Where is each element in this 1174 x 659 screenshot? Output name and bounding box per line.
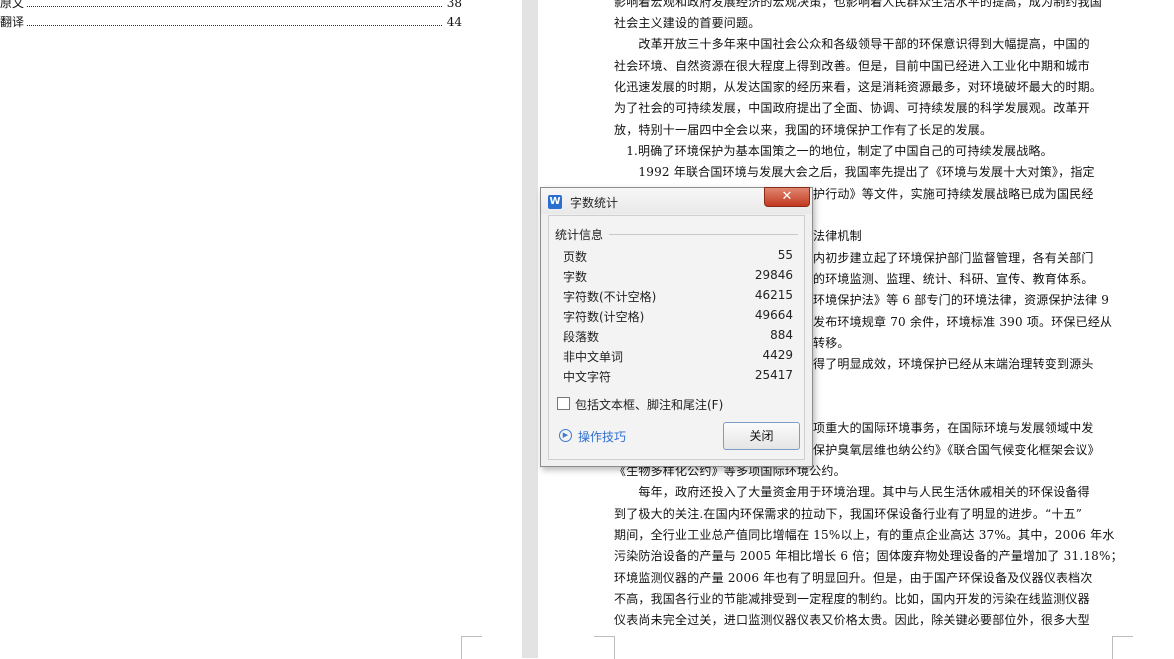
- include-textbox-footnotes-label[interactable]: 包括文本框、脚注和尾注(F): [575, 396, 723, 413]
- stat-label: 非中文单词: [563, 350, 624, 364]
- toc-entry-label: 原文: [0, 0, 27, 10]
- body-text-line: 法律机制: [813, 229, 862, 243]
- stat-value: 55: [777, 248, 793, 262]
- page-corner-mark: [594, 636, 615, 659]
- stat-label: 字符数(计空格): [563, 310, 645, 324]
- stat-label: 中文字符: [563, 370, 612, 384]
- left-page: 原文 38 翻译 44: [0, 0, 522, 659]
- dialog-content: 统计信息 页数 55 字数 29846 字符数(不计空格) 46215 字符数(…: [548, 215, 805, 460]
- body-text-line: 护行动》等文件，实施可持续发展战略已成为国民经: [813, 187, 1094, 201]
- stat-label: 字符数(不计空格): [563, 290, 657, 304]
- stat-row-non-chinese-words: 非中文单词 4429: [563, 348, 793, 368]
- toc-entry[interactable]: 原文 38: [0, 0, 462, 12]
- body-text-line: 的环境监测、监理、统计、科研、宣传、教育体系。: [813, 272, 1094, 286]
- stat-value: 46215: [754, 288, 793, 302]
- wps-writer-icon: W: [548, 195, 562, 209]
- stat-value: 884: [770, 328, 793, 342]
- body-text-line: 改革开放三十多年来中国社会公众和各级领导干部的环保意识得到大幅提高，中国的: [614, 37, 1090, 51]
- body-text-line: 社会环境、自然资源在很大程度上得到改善。但是，目前中国已经进入工业化中期和城市: [614, 59, 1090, 73]
- body-text-line: 到了极大的关注.在国内环保需求的拉动下，我国环保设备行业有了明显的进步。“十五”: [614, 507, 1083, 521]
- play-circle-icon: ▶: [559, 429, 572, 442]
- body-text-line: 保护臭氧层维也纳公约》《联合国气候变化框架会议》: [813, 443, 1100, 457]
- stat-row-chars-with-spaces: 字符数(计空格) 49664: [563, 308, 793, 328]
- body-text-line: 1.明确了环境保护为基本国策之一的地位，制定了中国自己的可持续发展战略。: [614, 144, 1053, 158]
- body-text-line: 不高，我国各行业的节能减排受到一定程度的制约。比如，国内开发的污染在线监测仪器: [614, 592, 1090, 606]
- dialog-title: 字数统计: [570, 196, 619, 210]
- body-text-line: 发布环境规章 70 余件，环境标准 390 项。环保已经从: [813, 315, 1113, 329]
- body-text-line: 影响着宏观和政府发展经济的宏观决策，也影响着人民群众生活水平的提高，成为制约我国: [614, 0, 1103, 9]
- body-text-line: 环境监测仪器的产量 2006 年也有了明显回升。但是，由于国产环保设备及仪器仪表…: [614, 571, 1093, 585]
- dialog-titlebar[interactable]: W 字数统计 ✕: [541, 187, 812, 214]
- body-text-line: 为了社会的可持续发展，中国政府提出了全面、协调、可持续发展的科学发展观。改革开: [614, 101, 1090, 115]
- toc-entry[interactable]: 翻译 44: [0, 15, 462, 31]
- word-count-dialog: W 字数统计 ✕ 统计信息 页数 55 字数 29846 字符数(不计空格) 4…: [540, 187, 813, 467]
- stat-row-chars-no-spaces: 字符数(不计空格) 46215: [563, 288, 793, 308]
- body-text-line: 污染防治设备的产量与 2005 年相比增长 6 倍；固体废弃物处理设备的产量增加…: [614, 549, 1123, 563]
- body-text-line: 转移。: [813, 336, 850, 350]
- page-gutter: [522, 0, 538, 658]
- close-icon[interactable]: ✕: [764, 187, 810, 207]
- page-corner-mark: [1112, 636, 1133, 659]
- close-button[interactable]: 关闭: [723, 422, 800, 450]
- toc-entry-page: 38: [444, 0, 462, 10]
- stat-label: 段落数: [563, 330, 600, 344]
- body-text-line: 内初步建立起了环境保护部门监督管理，各有关部门: [813, 251, 1094, 265]
- body-text-line: 期间，全行业工业总产值同比增幅在 15%以上，有的重点企业高达 37%。其中，2…: [614, 528, 1115, 542]
- stat-row-chinese-chars: 中文字符 25417: [563, 368, 793, 388]
- stat-label: 字数: [563, 270, 588, 284]
- stat-value: 4429: [762, 348, 793, 362]
- body-text-line: 化迅速发展的时期，从发达国家的经历来看，这是消耗资源最多，对环境破坏最大的时期。: [614, 80, 1103, 94]
- include-textbox-footnotes-checkbox[interactable]: [557, 397, 570, 410]
- toc-leader: [24, 25, 442, 26]
- toc-leader: [24, 6, 442, 7]
- body-text-line: 社会主义建设的首要问题。: [614, 16, 761, 30]
- tips-link-label[interactable]: 操作技巧: [578, 428, 626, 445]
- body-text-line: 每年，政府还投入了大量资金用于环境治理。其中与人民生活休戚相关的环保设备得: [614, 485, 1090, 499]
- body-text-line: 放，特别十一届四中全会以来，我国的环境保护工作有了长足的发展。: [614, 123, 993, 137]
- stat-row-pages: 页数 55: [563, 248, 793, 268]
- stat-value: 25417: [754, 368, 793, 382]
- toc-entry-label: 翻译: [0, 15, 27, 29]
- stat-value: 49664: [754, 308, 793, 322]
- stat-row-words: 字数 29846: [563, 268, 793, 288]
- stat-row-paragraphs: 段落数 884: [563, 328, 793, 348]
- body-text-line: 1992 年联合国环境与发展大会之后，我国率先提出了《环境与发展十大对策》，指定: [614, 165, 1095, 179]
- stat-label: 页数: [563, 250, 588, 264]
- body-text-line: 得了明显成效，环境保护已经从末端治理转变到源头: [813, 357, 1094, 371]
- toc-entry-page: 44: [444, 15, 462, 29]
- body-text-line: 环境保护法》等 6 部专门的环境法律，资源保护法律 9: [813, 293, 1110, 307]
- group-divider: [609, 234, 798, 235]
- body-text-line: 项重大的国际环境事务，在国际环境与发展领域中发: [813, 421, 1094, 435]
- body-text-line: 仪表尚未完全过关，进口监测仪器仪表又价格太贵。因此，除关键必要部位外，很多大型: [614, 613, 1090, 627]
- stat-value: 29846: [754, 268, 793, 282]
- page-corner-mark: [461, 636, 482, 659]
- stats-group-label: 统计信息: [555, 226, 608, 243]
